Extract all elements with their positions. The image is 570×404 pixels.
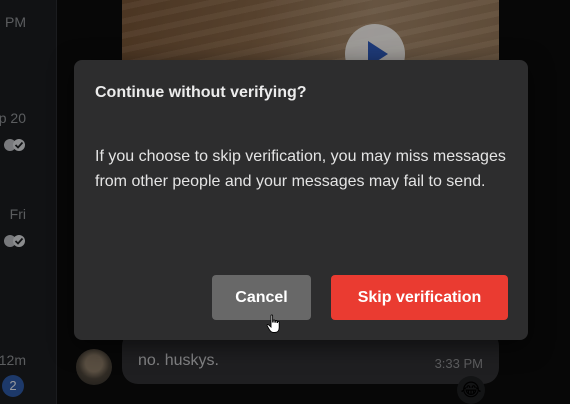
dialog-body: If you choose to skip verification, you … <box>95 148 506 190</box>
skip-verification-button[interactable]: Skip verification <box>331 275 508 320</box>
app-window: PM p 20 Fri 12m 2 no. huskys. 3:33 PM 😂 … <box>0 0 570 404</box>
dialog-title: Continue without verifying? <box>95 84 307 101</box>
hand-cursor-icon <box>266 314 280 333</box>
skip-verification-dialog: Continue without verifying? If you choos… <box>74 60 528 340</box>
cancel-button[interactable]: Cancel <box>212 275 311 320</box>
